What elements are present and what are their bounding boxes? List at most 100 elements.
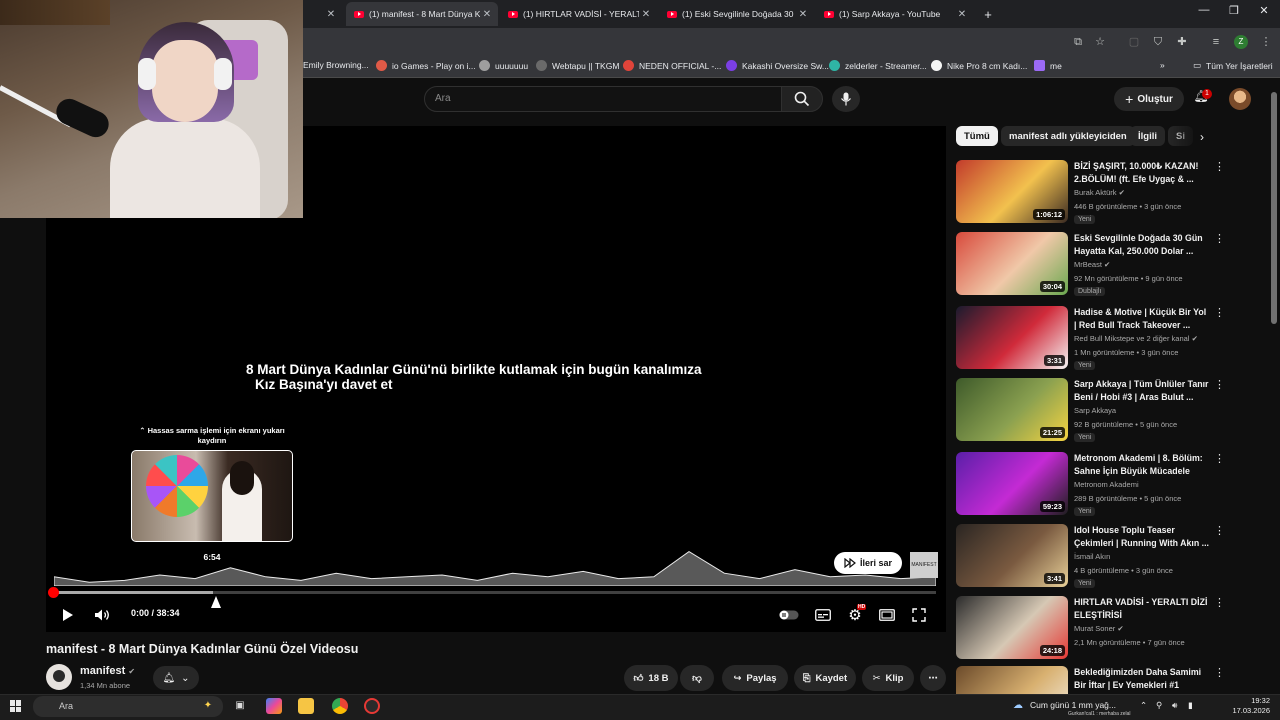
more-vertical-icon[interactable]: ⋮ bbox=[1214, 378, 1225, 391]
windows-start-icon[interactable] bbox=[10, 700, 22, 712]
more-vertical-icon[interactable]: ⋮ bbox=[1214, 306, 1225, 319]
close-icon[interactable]: ✕ bbox=[796, 9, 810, 20]
more-vertical-icon[interactable]: ⋮ bbox=[1214, 160, 1225, 173]
subtitles-button[interactable] bbox=[812, 604, 834, 626]
recommendation-channel[interactable]: Metronom Akademi bbox=[1074, 480, 1139, 489]
recommendation-item[interactable]: 3:41 Idol House Toplu Teaser Çekimleri | … bbox=[956, 524, 1226, 590]
cast-icon[interactable]: ⧉ bbox=[1070, 34, 1086, 50]
bookmark-nike-pro[interactable]: Nike Pro 8 cm Kadı... bbox=[931, 60, 1027, 71]
new-tab-button[interactable]: + bbox=[978, 2, 998, 26]
chrome-icon[interactable] bbox=[332, 698, 348, 714]
speaker-icon[interactable]: 🔊︎ bbox=[1172, 700, 1177, 711]
more-actions-button[interactable]: ⋯ bbox=[920, 665, 946, 691]
skip-forward-button[interactable]: İleri sar bbox=[834, 552, 902, 574]
close-icon[interactable]: ✕ bbox=[955, 9, 969, 20]
save-button[interactable]: ⎘ Kaydet bbox=[794, 665, 856, 691]
settings-button[interactable]: ⚙ HD bbox=[844, 604, 867, 626]
create-button[interactable]: + Oluştur bbox=[1114, 87, 1184, 111]
extension-disabled-icon[interactable]: ▢ bbox=[1126, 34, 1142, 50]
recommendation-channel[interactable]: Murat Soner ✔ bbox=[1074, 624, 1124, 633]
recommendation-item[interactable]: 59:23 Metronom Akademi | 8. Bölüm: Sahne … bbox=[956, 452, 1226, 518]
fullscreen-button[interactable] bbox=[908, 604, 930, 626]
wifi-icon[interactable]: ⚲ bbox=[1156, 700, 1162, 711]
more-vertical-icon[interactable]: ⋮ bbox=[1214, 666, 1225, 679]
battery-icon[interactable]: ▮ bbox=[1188, 700, 1193, 711]
theater-mode-button[interactable] bbox=[876, 604, 898, 626]
tab-search-icon[interactable]: ≡ bbox=[1208, 34, 1224, 50]
recommendation-thumbnail[interactable]: 1:06:12 bbox=[956, 160, 1068, 223]
autoplay-toggle[interactable] bbox=[778, 604, 800, 626]
search-button[interactable] bbox=[781, 86, 823, 112]
recommendation-item[interactable]: 30:04 Eski Sevgilinle Doğada 30 Gün Hayat… bbox=[956, 232, 1226, 298]
recommendation-thumbnail[interactable]: 59:23 bbox=[956, 452, 1068, 515]
close-icon[interactable]: ✕ bbox=[324, 9, 338, 20]
recommendation-title[interactable]: Idol House Toplu Teaser Çekimleri | Runn… bbox=[1074, 524, 1210, 550]
task-view-icon[interactable]: ▣ bbox=[232, 698, 248, 714]
recommendation-title[interactable]: BİZİ ŞAŞIRT, 10.000₺ KAZAN! 2.BÖLÜM! (ft… bbox=[1074, 160, 1210, 186]
recommendation-item[interactable]: 24:18 HIRTLAR VADİSİ - YERALTI DİZİ ELEŞT… bbox=[956, 596, 1226, 662]
weather-text[interactable]: Cum günü 1 mm yağ... bbox=[1030, 700, 1116, 710]
tab-eski-sevgilinle[interactable]: (1) Eski Sevgilinle Doğada 30 G ✕ bbox=[659, 2, 814, 26]
mute-button[interactable] bbox=[92, 604, 112, 626]
recommendation-channel[interactable]: Red Bull Mikstepe ve 2 diğer kanal ✔ bbox=[1074, 334, 1198, 343]
chevron-right-icon[interactable]: › bbox=[1200, 130, 1204, 144]
bookmark-star-icon[interactable]: ☆ bbox=[1092, 34, 1108, 50]
endcard-thumbnail[interactable]: MANIFEST bbox=[910, 552, 938, 578]
dislike-button[interactable]: 👎︎ bbox=[680, 665, 714, 691]
chip-related[interactable]: İlgili bbox=[1130, 126, 1165, 146]
recommendation-item[interactable]: 1:06:12 BİZİ ŞAŞIRT, 10.000₺ KAZAN! 2.BÖL… bbox=[956, 160, 1226, 226]
recommendation-title[interactable]: Hadise & Motive | Küçük Bir Yol | Red Bu… bbox=[1074, 306, 1210, 332]
recommendation-channel[interactable]: Sarp Akkaya bbox=[1074, 406, 1116, 415]
recommendation-title[interactable]: Beklediğimizden Daha Samimi Bir İftar | … bbox=[1074, 666, 1210, 692]
close-icon[interactable]: ✕ bbox=[639, 9, 653, 20]
progress-bar[interactable] bbox=[54, 591, 936, 594]
chip-from-uploader[interactable]: manifest adlı yükleyiciden bbox=[1001, 126, 1135, 146]
page-scrollbar[interactable] bbox=[1271, 92, 1277, 324]
search-highlight-icon[interactable]: ✦ bbox=[200, 698, 216, 714]
extensions-puzzle-icon[interactable]: ✚ bbox=[1174, 34, 1190, 50]
recommendation-thumbnail[interactable]: 3:41 bbox=[956, 524, 1068, 587]
close-icon[interactable]: ✕ bbox=[480, 9, 494, 20]
browser-profile-avatar[interactable]: Z bbox=[1234, 35, 1248, 49]
recommendation-channel[interactable]: Burak Aktürk ✔ bbox=[1074, 188, 1125, 197]
play-button[interactable] bbox=[58, 604, 78, 626]
tab-sarp-akkaya[interactable]: (1) Sarp Akkaya - YouTube ✕ bbox=[816, 2, 973, 26]
more-vertical-icon[interactable]: ⋮ bbox=[1214, 596, 1225, 609]
bookmarks-overflow-chevron-icon[interactable]: » bbox=[1160, 60, 1165, 70]
maximize-button[interactable]: ❐ bbox=[1218, 4, 1250, 17]
tab-close-previous[interactable]: ✕ bbox=[310, 2, 346, 26]
browser-menu-icon[interactable]: ⋮ bbox=[1258, 34, 1274, 50]
share-button[interactable]: ↪ Paylaş bbox=[722, 665, 788, 691]
bookmark-io-games[interactable]: io Games - Play on i... bbox=[376, 60, 476, 71]
bookmark-neden-official[interactable]: NEDEN OFFICIAL -... bbox=[623, 60, 721, 71]
recommendation-title[interactable]: HIRTLAR VADİSİ - YERALTI DİZİ ELEŞTİRİSİ bbox=[1074, 596, 1210, 622]
recommendation-channel[interactable]: İsmail Akın bbox=[1074, 552, 1110, 561]
bookmark-zelderler[interactable]: zelderler - Streamer... bbox=[829, 60, 927, 71]
close-window-button[interactable]: ✕ bbox=[1248, 4, 1280, 17]
chip-all[interactable]: Tümü bbox=[956, 126, 998, 146]
file-explorer-icon[interactable] bbox=[298, 698, 314, 714]
recommendation-title[interactable]: Metronom Akademi | 8. Bölüm: Sahne İçin … bbox=[1074, 452, 1210, 478]
bookmark-webtapu[interactable]: Webtapu || TKGM bbox=[536, 60, 619, 71]
shield-extension-icon[interactable]: ⛉ bbox=[1150, 34, 1166, 50]
subscription-bell-button[interactable]: 🔔︎ ⌄ bbox=[153, 666, 199, 690]
like-button[interactable]: 👍︎ 18 B bbox=[624, 665, 678, 691]
account-avatar[interactable] bbox=[1229, 88, 1251, 110]
recommendation-thumbnail[interactable]: 3:31 bbox=[956, 306, 1068, 369]
voice-search-button[interactable] bbox=[832, 86, 860, 112]
bookmark-uuuuuuu[interactable]: uuuuuuu bbox=[479, 60, 528, 71]
bookmark-kakashi[interactable]: Kakashi Oversize Sw... bbox=[726, 60, 829, 71]
recommendation-thumbnail[interactable]: 24:18 bbox=[956, 596, 1068, 659]
recommendation-thumbnail[interactable]: 21:25 bbox=[956, 378, 1068, 441]
recommendation-channel[interactable]: MrBeast ✔ bbox=[1074, 260, 1110, 269]
tray-chevron-up-icon[interactable]: ⌃ bbox=[1140, 700, 1147, 711]
taskbar-clock[interactable]: 19:32 17.03.2026 bbox=[1200, 696, 1270, 716]
channel-avatar[interactable] bbox=[46, 664, 72, 690]
clip-button[interactable]: ✂ Klip bbox=[862, 665, 914, 691]
more-vertical-icon[interactable]: ⋮ bbox=[1214, 452, 1225, 465]
taskbar-search-input[interactable]: Ara bbox=[33, 696, 223, 717]
more-vertical-icon[interactable]: ⋮ bbox=[1214, 524, 1225, 537]
recommendation-item[interactable]: 3:31 Hadise & Motive | Küçük Bir Yol | Re… bbox=[956, 306, 1226, 372]
tab-hirtlar-vadisi[interactable]: (1) HIRTLAR VADİSİ - YERALTI D ✕ bbox=[500, 2, 657, 26]
bookmark-me[interactable]: me bbox=[1034, 60, 1062, 71]
